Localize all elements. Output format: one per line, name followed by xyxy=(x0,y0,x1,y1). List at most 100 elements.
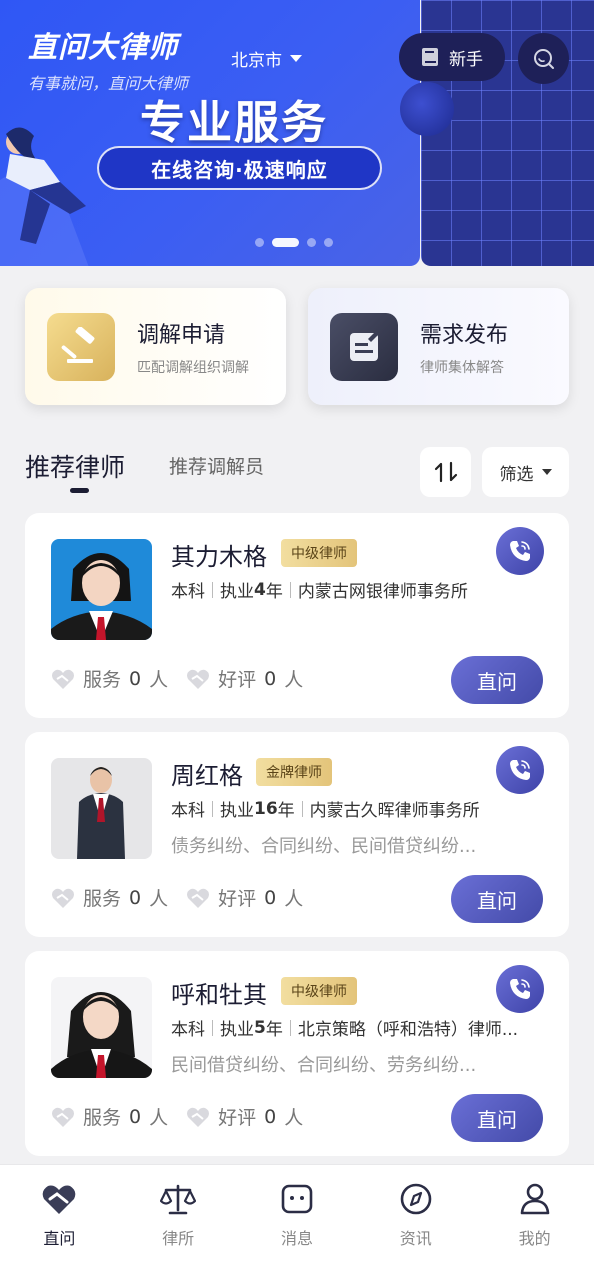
newbie-guide-button[interactable]: 新手 xyxy=(399,33,505,81)
service-label: 服务 xyxy=(83,888,122,910)
lawyer-card[interactable]: 周红格 金牌律师 本科 执业 16 年 内蒙古久晖律师事务所 债务纠纷、合同纠纷、民… xyxy=(25,732,569,937)
review-label: 好评 xyxy=(218,888,257,910)
app-logo: 直问大律师 xyxy=(28,30,179,64)
lawyer-years-suffix: 年 xyxy=(265,1020,283,1040)
review-unit: 人 xyxy=(284,1107,304,1129)
heart-handshake-icon xyxy=(187,888,210,908)
lawyer-avatar xyxy=(51,977,152,1078)
nav-item-messages[interactable]: 消息 xyxy=(252,1183,342,1280)
ask-button[interactable]: 直问 xyxy=(451,656,543,704)
quick-action-subtitle: 匹配调解组织调解 xyxy=(137,359,249,376)
review-label: 好评 xyxy=(218,669,257,691)
lawyer-name: 其力木格 xyxy=(171,543,267,571)
call-button[interactable] xyxy=(496,746,544,794)
carousel-dot xyxy=(324,238,333,247)
search-button[interactable] xyxy=(518,33,569,84)
lawyer-avatar xyxy=(51,539,152,640)
heart-handshake-icon xyxy=(52,888,74,908)
lawyer-card[interactable]: 其力木格 中级律师 本科 执业 4 年 内蒙古网银律师事务所 服务 0 人 好评 0… xyxy=(25,513,569,718)
search-icon xyxy=(533,48,554,69)
lawyer-name: 周红格 xyxy=(171,762,243,790)
quick-action-title: 需求发布 xyxy=(420,322,509,348)
phone-icon xyxy=(510,541,530,561)
carousel-dot xyxy=(307,238,316,247)
lawyer-education: 本科 xyxy=(171,582,205,602)
service-unit: 人 xyxy=(149,888,169,910)
service-label: 服务 xyxy=(83,669,122,691)
nav-item-ask[interactable]: 直问 xyxy=(14,1183,104,1280)
lawyer-years-suffix: 年 xyxy=(265,582,283,602)
nav-item-mine[interactable]: 我的 xyxy=(490,1183,580,1280)
review-label: 好评 xyxy=(218,1107,257,1129)
compass-icon xyxy=(400,1183,432,1215)
quick-action-subtitle: 律师集体解答 xyxy=(420,359,504,376)
tab-active-indicator xyxy=(70,488,89,493)
service-count: 0 xyxy=(129,667,142,690)
lawyer-meta: 本科 执业 4 年 内蒙古网银律师事务所 xyxy=(171,577,468,603)
message-icon xyxy=(281,1184,313,1214)
lawyer-specialty: 民间借贷纠纷、合同纠纷、劳务纠纷... xyxy=(171,1055,477,1076)
review-count: 0 xyxy=(264,667,277,690)
ask-button[interactable]: 直问 xyxy=(451,875,543,923)
phone-icon xyxy=(510,979,530,999)
tab-recommended-mediators[interactable]: 推荐调解员 xyxy=(169,452,264,479)
heart-handshake-icon xyxy=(187,669,210,689)
lawyer-firm: 内蒙古久晖律师事务所 xyxy=(309,801,480,821)
lawyer-years-prefix: 执业 xyxy=(220,582,254,602)
heart-handshake-icon xyxy=(52,669,74,689)
heart-handshake-icon xyxy=(52,1107,74,1127)
call-button[interactable] xyxy=(496,527,544,575)
scale-icon xyxy=(160,1184,197,1215)
bottom-nav: 直问 律所 消息 资讯 我的 xyxy=(0,1164,594,1280)
city-selector[interactable]: 北京市 xyxy=(231,46,302,71)
lawyer-years-prefix: 执业 xyxy=(220,1020,254,1040)
banner-figure-illustration xyxy=(0,127,89,266)
lawyer-firm: 内蒙古网银律师事务所 xyxy=(297,582,468,602)
nav-label: 直问 xyxy=(43,1229,76,1248)
promo-banner[interactable]: 直问大律师 有事就问，直问大律师 北京市 专业服务 在线咨询·极速响应 新手 xyxy=(0,0,594,266)
book-icon xyxy=(422,48,438,66)
newbie-label: 新手 xyxy=(449,49,483,70)
carousel-indicator xyxy=(255,238,333,247)
nav-item-law-firm[interactable]: 律所 xyxy=(133,1183,223,1280)
lawyer-years-prefix: 执业 xyxy=(220,801,254,821)
call-button[interactable] xyxy=(496,965,544,1013)
lawyer-years: 5 xyxy=(254,1017,266,1038)
lawyer-card[interactable]: 呼和牡其 中级律师 本科 执业 5 年 北京策略（呼和浩特）律师... 民间借贷纠纷… xyxy=(25,951,569,1156)
nav-label: 资讯 xyxy=(399,1229,432,1248)
lawyer-meta: 本科 执业 5 年 北京策略（呼和浩特）律师... xyxy=(171,1015,518,1041)
lawyer-years-suffix: 年 xyxy=(277,801,295,821)
lawyer-name: 呼和牡其 xyxy=(171,981,267,1009)
lawyer-education: 本科 xyxy=(171,801,205,821)
sort-icon xyxy=(434,461,457,483)
nav-item-news[interactable]: 资讯 xyxy=(371,1183,461,1280)
nav-label: 我的 xyxy=(518,1229,551,1248)
user-icon xyxy=(520,1183,549,1215)
demand-publish-card[interactable]: 需求发布 律师集体解答 xyxy=(308,288,569,405)
ask-button[interactable]: 直问 xyxy=(451,1094,543,1142)
caret-down-icon xyxy=(290,55,302,62)
review-count: 0 xyxy=(264,1105,277,1128)
lawyer-level-badge: 中级律师 xyxy=(281,977,357,1005)
heart-handshake-icon xyxy=(43,1185,76,1214)
filter-label: 筛选 xyxy=(499,464,534,485)
heart-handshake-icon xyxy=(187,1107,210,1127)
banner-decoration xyxy=(400,82,454,136)
lawyer-stats: 服务 0 人 好评 0 人 xyxy=(51,1103,321,1130)
lawyer-level-badge: 中级律师 xyxy=(281,539,357,567)
filter-button[interactable]: 筛选 xyxy=(482,447,569,497)
edit-document-icon xyxy=(330,312,398,381)
carousel-dot xyxy=(255,238,264,247)
sort-button[interactable] xyxy=(420,447,471,497)
city-label: 北京市 xyxy=(231,51,282,71)
lawyer-meta: 本科 执业 16 年 内蒙古久晖律师事务所 xyxy=(171,796,480,822)
service-count: 0 xyxy=(129,886,142,909)
review-unit: 人 xyxy=(284,669,304,691)
lawyer-years: 16 xyxy=(254,798,278,819)
quick-action-title: 调解申请 xyxy=(137,322,226,348)
lawyer-level-badge: 金牌律师 xyxy=(256,758,332,786)
mediation-apply-card[interactable]: 调解申请 匹配调解组织调解 xyxy=(25,288,286,405)
lawyer-specialty: 债务纠纷、合同纠纷、民间借贷纠纷... xyxy=(171,836,477,857)
tab-recommended-lawyers[interactable]: 推荐律师 xyxy=(25,448,125,484)
service-unit: 人 xyxy=(149,669,169,691)
